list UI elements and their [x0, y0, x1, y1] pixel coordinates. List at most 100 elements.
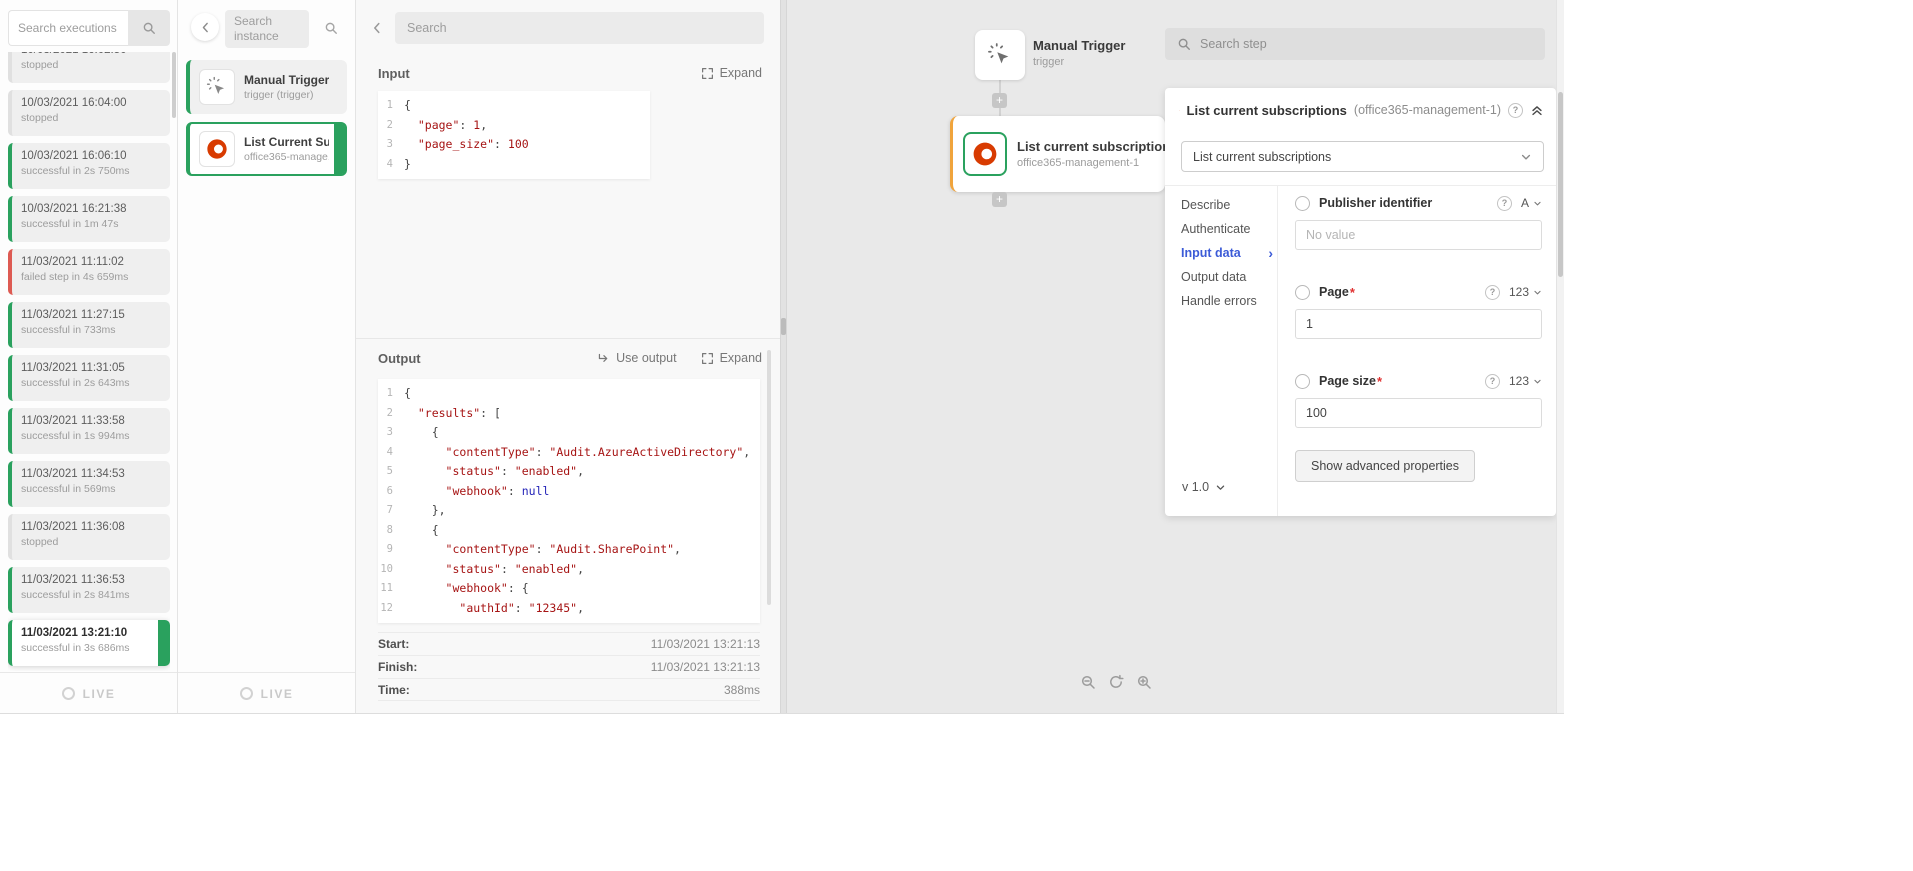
required-asterisk: * — [1350, 285, 1355, 300]
output-section-title: Output — [378, 351, 421, 366]
instance-live-toggle[interactable]: LIVE — [178, 672, 355, 714]
add-step-button[interactable]: + — [992, 93, 1007, 108]
version-dropdown[interactable]: v 1.0 — [1182, 480, 1226, 494]
field-type-dropdown[interactable]: A — [1521, 196, 1542, 210]
execution-item[interactable]: 11/03/2021 11:36:08 stopped — [8, 514, 170, 560]
help-icon[interactable]: ? — [1508, 103, 1523, 118]
search-executions-button[interactable] — [128, 10, 170, 46]
input-section-title: Input — [378, 66, 410, 81]
code-line: 10 "status": "enabled", — [378, 560, 752, 580]
field-type-label: 123 — [1509, 285, 1529, 299]
config-tab-describe[interactable]: Describe › — [1181, 193, 1275, 217]
execution-status: failed step in 4s 659ms — [21, 271, 160, 283]
step-item-list-current-subscriptions[interactable]: List Current Su... office365-manage... — [186, 122, 347, 176]
divider — [1277, 185, 1278, 516]
execution-item[interactable]: 11/03/2021 11:31:05 successful in 2s 643… — [8, 355, 170, 401]
output-json-editor[interactable]: 1{2 "results": [3 {4 "contentType": "Aud… — [378, 379, 760, 623]
help-icon[interactable]: ? — [1497, 196, 1512, 211]
config-tab-output-data[interactable]: Output data › — [1181, 265, 1275, 289]
execution-status: successful in 2s 643ms — [21, 377, 160, 389]
config-tab-input-data[interactable]: Input data › — [1181, 241, 1275, 265]
expand-input-button[interactable]: Expand — [701, 66, 762, 80]
scrollbar-thumb[interactable] — [1558, 92, 1563, 277]
step-search-bar — [1165, 28, 1545, 60]
manual-trigger-node[interactable] — [975, 30, 1025, 80]
config-tab-list: Describe › Authenticate › Input data › O… — [1181, 193, 1275, 313]
field-input[interactable] — [1295, 398, 1542, 428]
window-scrollbar[interactable] — [1556, 0, 1564, 714]
execution-item[interactable]: 10/03/2021 16:04:00 stopped — [8, 90, 170, 136]
help-icon[interactable]: ? — [1485, 374, 1500, 389]
config-form: Publisher identifier * ? A Page * ? 123 — [1295, 193, 1542, 482]
live-dot-icon — [62, 687, 75, 700]
panel-resizer[interactable] — [780, 0, 787, 714]
chevron-left-icon — [370, 21, 384, 35]
executions-list: 10/03/2021 16:02:50 stopped 10/03/2021 1… — [8, 52, 170, 671]
search-step-input[interactable] — [1200, 37, 1533, 51]
code-line: 11 "webhook": { — [378, 579, 752, 599]
field-type-dropdown[interactable]: 123 — [1509, 374, 1542, 388]
step-item-manual-trigger[interactable]: Manual Trigger trigger (trigger) — [186, 60, 347, 114]
field-input[interactable] — [1295, 309, 1542, 339]
config-tab-authenticate[interactable]: Authenticate › — [1181, 217, 1275, 241]
config-tab-handle-errors[interactable]: Handle errors › — [1181, 289, 1275, 313]
executions-scrollbar[interactable] — [172, 52, 176, 118]
execution-item[interactable]: 11/03/2021 11:27:15 successful in 733ms — [8, 302, 170, 348]
show-advanced-properties-button[interactable]: Show advanced properties — [1295, 450, 1475, 482]
code-line: 9 "contentType": "Audit.SharePoint", — [378, 540, 752, 560]
field-radio[interactable] — [1295, 196, 1310, 211]
action-select-dropdown[interactable]: List current subscriptions — [1181, 141, 1544, 172]
meta-label: Time: — [378, 683, 410, 697]
step-title: Manual Trigger — [244, 73, 329, 87]
execution-status: successful in 1m 47s — [21, 218, 160, 230]
executions-live-toggle[interactable]: LIVE — [0, 672, 177, 714]
expand-output-button[interactable]: Expand — [701, 351, 762, 365]
execution-item[interactable]: 10/03/2021 16:21:38 successful in 1m 47s — [8, 196, 170, 242]
resizer-handle[interactable] — [781, 318, 786, 335]
code-line: 4} — [378, 155, 642, 175]
field-radio[interactable] — [1295, 374, 1310, 389]
input-json-editor[interactable]: 1{2 "page": 1,3 "page_size": 1004} — [378, 91, 650, 179]
help-icon[interactable]: ? — [1485, 285, 1500, 300]
output-scrollbar[interactable] — [767, 350, 771, 605]
chevron-down-icon — [1533, 199, 1542, 208]
back-button[interactable] — [370, 21, 384, 35]
config-tab-label: Authenticate — [1181, 222, 1251, 236]
field-input[interactable] — [1295, 220, 1542, 250]
live-dot-icon — [240, 687, 253, 700]
fit-view-button[interactable] — [1108, 674, 1124, 690]
execution-status: successful in 2s 841ms — [21, 589, 160, 601]
step-subtitle: office365-manage... — [244, 151, 329, 163]
field-radio[interactable] — [1295, 285, 1310, 300]
collapse-panel-button[interactable] — [1530, 103, 1544, 117]
zoom-in-button[interactable] — [1136, 674, 1152, 690]
search-executions-input[interactable] — [8, 10, 128, 46]
execution-status: stopped — [21, 536, 160, 548]
field-type-dropdown[interactable]: 123 — [1509, 285, 1542, 299]
execution-date: 10/03/2021 16:06:10 — [21, 150, 160, 162]
execution-date: 10/03/2021 16:04:00 — [21, 97, 160, 109]
execution-item[interactable]: 11/03/2021 11:34:53 successful in 569ms — [8, 461, 170, 507]
search-instance-input[interactable]: Search instance — [225, 10, 309, 48]
execution-item[interactable]: 11/03/2021 11:36:53 successful in 2s 841… — [8, 567, 170, 613]
live-label: LIVE — [83, 687, 116, 701]
list-current-subscriptions-node[interactable]: List current subscriptions office365-man… — [950, 116, 1165, 192]
zoom-out-button[interactable] — [1080, 674, 1096, 690]
search-icon[interactable] — [324, 21, 338, 38]
execution-item[interactable]: 11/03/2021 13:21:10 successful in 3s 686… — [8, 620, 170, 666]
execution-item[interactable]: 10/03/2021 16:06:10 successful in 2s 750… — [8, 143, 170, 189]
step-icon-box — [199, 69, 235, 105]
step-selected-flag — [334, 124, 345, 174]
execution-item[interactable]: 10/03/2021 16:02:50 stopped — [8, 52, 170, 83]
workflow-canvas[interactable]: Manual Trigger trigger + List current su… — [787, 0, 1556, 714]
execution-status: successful in 2s 750ms — [21, 165, 160, 177]
io-search-input[interactable] — [395, 12, 764, 44]
back-button[interactable] — [191, 13, 219, 41]
execution-item[interactable]: 11/03/2021 11:11:02 failed step in 4s 65… — [8, 249, 170, 295]
execution-status: successful in 3s 686ms — [21, 642, 160, 654]
execution-date: 11/03/2021 11:27:15 — [21, 309, 160, 321]
execution-item[interactable]: 11/03/2021 11:33:58 successful in 1s 994… — [8, 408, 170, 454]
use-output-button[interactable]: Use output — [597, 351, 676, 365]
add-step-button[interactable]: + — [992, 192, 1007, 207]
office365-icon — [1179, 102, 1180, 119]
